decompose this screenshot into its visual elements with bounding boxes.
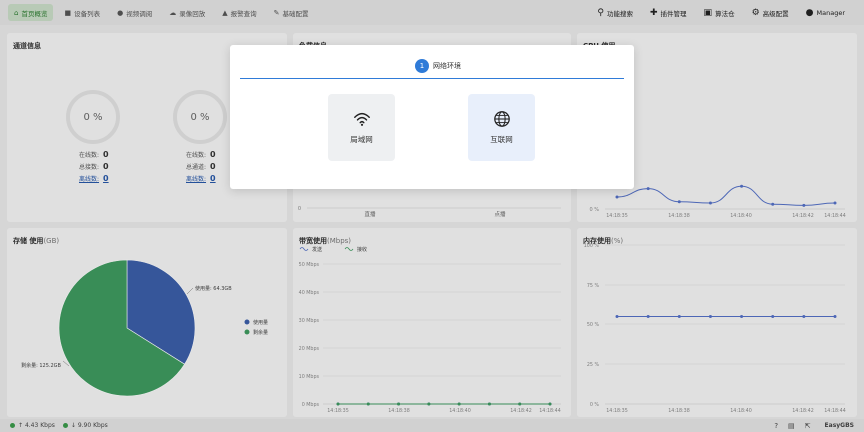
wifi-icon <box>353 112 370 126</box>
option-internet-button[interactable]: 互联网 <box>468 94 535 161</box>
step-network: 1 网络环境 <box>415 59 461 73</box>
globe-icon <box>493 111 510 127</box>
step-number: 1 <box>415 59 429 73</box>
modal-steps: 1 网络环境 <box>240 59 624 79</box>
option-lan-label: 局域网 <box>350 135 373 144</box>
step-label: 网络环境 <box>433 62 461 70</box>
network-setup-modal: 1 网络环境 局域网 互联网 <box>230 45 634 189</box>
option-internet-label: 互联网 <box>490 135 513 144</box>
option-lan-button[interactable]: 局域网 <box>328 94 395 161</box>
